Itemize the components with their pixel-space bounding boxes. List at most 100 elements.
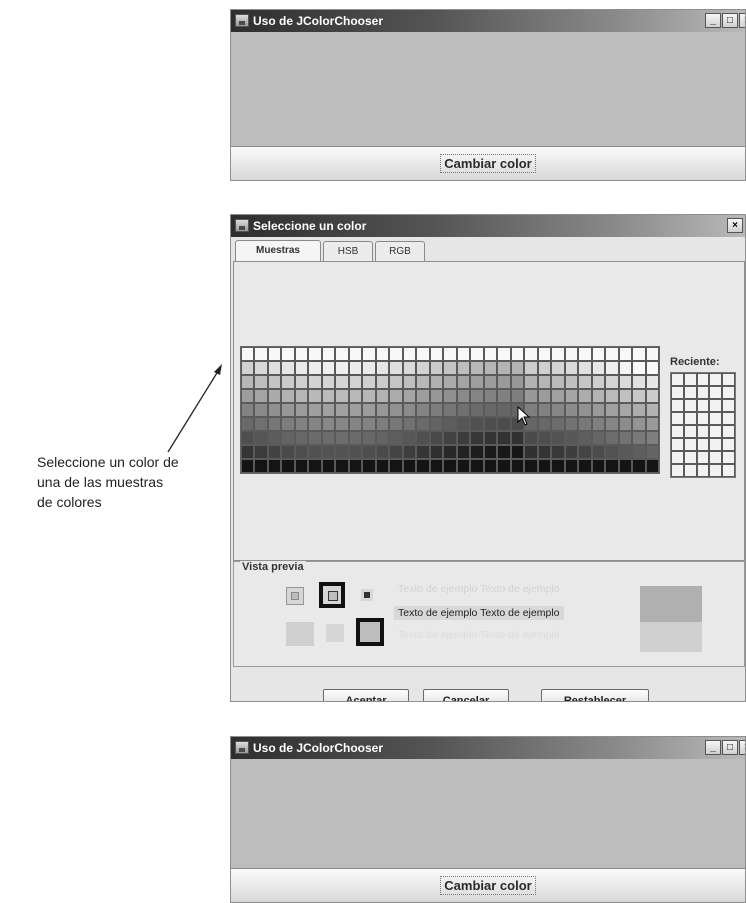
color-swatch[interactable] xyxy=(470,347,484,361)
color-swatch[interactable] xyxy=(241,375,255,389)
color-swatch[interactable] xyxy=(402,375,417,389)
color-swatch[interactable] xyxy=(267,389,282,403)
color-swatch[interactable] xyxy=(551,375,565,389)
color-swatch[interactable] xyxy=(591,403,606,417)
minimize-icon[interactable]: _ xyxy=(705,13,721,28)
recent-swatch[interactable] xyxy=(709,399,723,412)
color-swatch[interactable] xyxy=(497,431,511,445)
recent-swatch[interactable] xyxy=(683,451,697,464)
color-swatch[interactable] xyxy=(483,459,498,473)
color-swatch[interactable] xyxy=(321,347,336,361)
color-swatch[interactable] xyxy=(564,445,579,459)
color-swatch[interactable] xyxy=(241,347,255,361)
color-swatch[interactable] xyxy=(308,431,322,445)
color-swatch[interactable] xyxy=(416,445,430,459)
color-swatch[interactable] xyxy=(335,431,349,445)
color-swatch[interactable] xyxy=(362,347,376,361)
recent-swatch[interactable] xyxy=(671,438,684,451)
color-swatch[interactable] xyxy=(578,431,592,445)
recent-swatch[interactable] xyxy=(709,438,723,451)
color-swatch[interactable] xyxy=(645,375,659,389)
change-color-button[interactable]: Cambiar color xyxy=(231,868,745,902)
color-swatch[interactable] xyxy=(645,445,659,459)
recent-swatch[interactable] xyxy=(709,412,723,425)
color-swatch[interactable] xyxy=(578,459,592,473)
color-swatch[interactable] xyxy=(335,445,349,459)
recent-swatch[interactable] xyxy=(683,464,697,477)
color-swatch[interactable] xyxy=(281,417,295,431)
color-swatch[interactable] xyxy=(241,403,255,417)
color-swatch[interactable] xyxy=(470,459,484,473)
color-swatch[interactable] xyxy=(429,347,444,361)
color-swatch[interactable] xyxy=(335,459,349,473)
color-swatch[interactable] xyxy=(254,403,268,417)
color-swatch[interactable] xyxy=(429,361,444,375)
color-swatch[interactable] xyxy=(389,431,403,445)
recent-swatch[interactable] xyxy=(709,464,723,477)
color-swatch[interactable] xyxy=(241,445,255,459)
color-swatch[interactable] xyxy=(645,459,659,473)
color-swatch[interactable] xyxy=(241,389,255,403)
color-swatch[interactable] xyxy=(578,403,592,417)
color-swatch[interactable] xyxy=(348,375,363,389)
recent-swatch[interactable] xyxy=(709,425,723,438)
recent-swatch[interactable] xyxy=(722,451,735,464)
color-swatch[interactable] xyxy=(605,375,619,389)
recent-swatch[interactable] xyxy=(683,438,697,451)
color-swatch[interactable] xyxy=(362,375,376,389)
color-swatch[interactable] xyxy=(510,459,525,473)
color-swatch[interactable] xyxy=(389,417,403,431)
color-swatch[interactable] xyxy=(551,459,565,473)
color-swatch[interactable] xyxy=(443,417,457,431)
color-swatch[interactable] xyxy=(483,375,498,389)
color-swatch[interactable] xyxy=(281,459,295,473)
color-swatch[interactable] xyxy=(254,445,268,459)
color-swatch[interactable] xyxy=(591,389,606,403)
color-swatch[interactable] xyxy=(375,431,390,445)
color-swatch[interactable] xyxy=(267,445,282,459)
color-swatch[interactable] xyxy=(551,403,565,417)
color-swatch[interactable] xyxy=(362,431,376,445)
color-swatch[interactable] xyxy=(402,347,417,361)
recent-swatch[interactable] xyxy=(709,373,723,386)
recent-swatch[interactable] xyxy=(671,373,684,386)
color-swatch[interactable] xyxy=(537,459,552,473)
color-swatch[interactable] xyxy=(551,431,565,445)
color-swatch[interactable] xyxy=(335,361,349,375)
color-swatch[interactable] xyxy=(389,459,403,473)
color-swatch[interactable] xyxy=(416,459,430,473)
recent-swatch[interactable] xyxy=(722,464,735,477)
color-swatch[interactable] xyxy=(524,389,538,403)
color-swatch[interactable] xyxy=(335,375,349,389)
color-swatch[interactable] xyxy=(483,403,498,417)
color-swatch[interactable] xyxy=(402,445,417,459)
recent-swatch[interactable] xyxy=(696,412,710,425)
color-swatch[interactable] xyxy=(524,375,538,389)
maximize-icon[interactable]: □ xyxy=(722,740,738,755)
color-swatch[interactable] xyxy=(267,375,282,389)
recent-swatch[interactable] xyxy=(709,451,723,464)
color-swatch[interactable] xyxy=(348,459,363,473)
color-swatch[interactable] xyxy=(375,347,390,361)
color-swatch[interactable] xyxy=(321,389,336,403)
color-swatch[interactable] xyxy=(632,361,646,375)
color-swatch[interactable] xyxy=(564,403,579,417)
color-swatch[interactable] xyxy=(632,389,646,403)
color-swatch[interactable] xyxy=(537,417,552,431)
color-swatch[interactable] xyxy=(510,375,525,389)
color-swatch[interactable] xyxy=(281,347,295,361)
color-swatch[interactable] xyxy=(254,459,268,473)
color-swatch[interactable] xyxy=(564,417,579,431)
color-swatch[interactable] xyxy=(551,445,565,459)
color-swatch[interactable] xyxy=(281,361,295,375)
color-swatch[interactable] xyxy=(389,347,403,361)
color-swatch[interactable] xyxy=(632,347,646,361)
color-swatch[interactable] xyxy=(348,403,363,417)
color-swatch[interactable] xyxy=(254,375,268,389)
color-swatch[interactable] xyxy=(618,347,633,361)
color-swatch[interactable] xyxy=(591,361,606,375)
color-swatch[interactable] xyxy=(497,347,511,361)
color-swatch[interactable] xyxy=(497,389,511,403)
color-swatch[interactable] xyxy=(564,347,579,361)
color-swatch[interactable] xyxy=(348,431,363,445)
